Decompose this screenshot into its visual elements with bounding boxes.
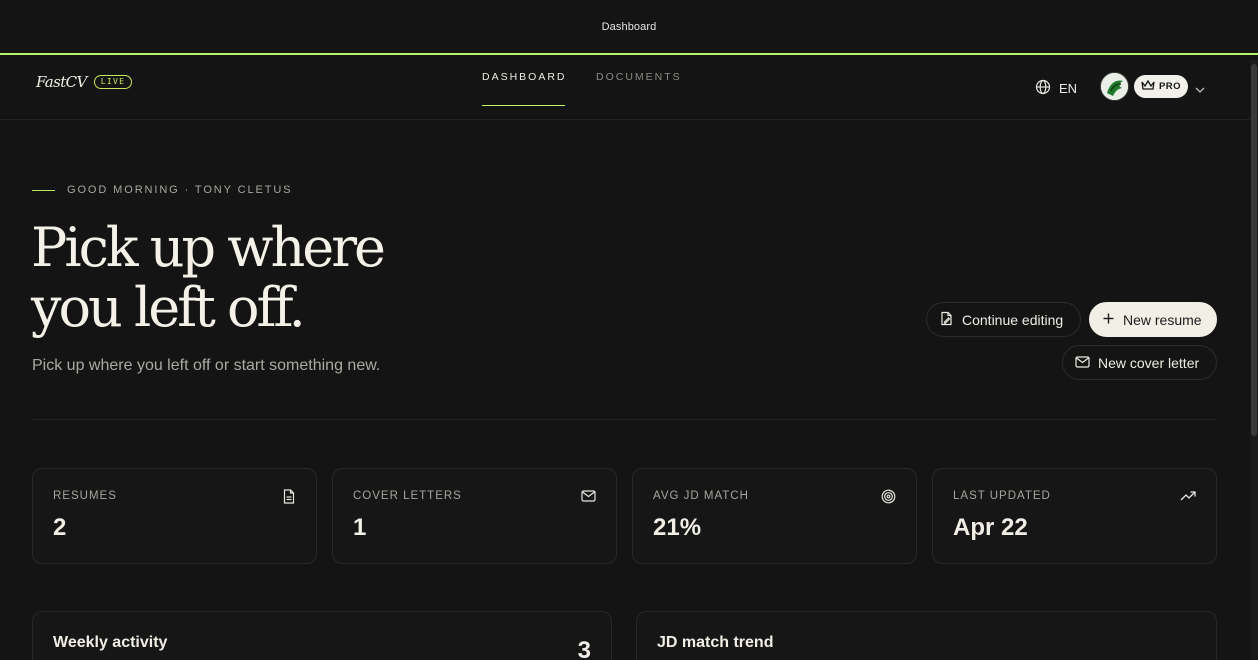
stat-card-cover-letters[interactable]: COVER LETTERS 1 xyxy=(332,468,617,564)
continue-editing-label: Continue editing xyxy=(962,311,1064,328)
stat-label: RESUMES xyxy=(53,490,117,502)
new-resume-label: New resume xyxy=(1123,311,1202,328)
section-divider xyxy=(32,419,1217,420)
page-scrollbar[interactable] xyxy=(1250,60,1258,660)
stat-label: COVER LETTERS xyxy=(353,490,462,502)
weekly-activity-count: 3 xyxy=(577,637,591,660)
top-navigation: FastCV LIVE DASHBOARD DOCUMENTS EN PRO xyxy=(0,55,1250,120)
weekly-activity-panel: Weekly activity 3 xyxy=(32,611,612,660)
globe-icon xyxy=(1035,79,1051,98)
plus-icon xyxy=(1102,312,1115,328)
stat-value: 21% xyxy=(653,514,702,541)
live-badge: LIVE xyxy=(93,75,133,89)
new-resume-button[interactable]: New resume xyxy=(1089,302,1217,337)
avatar[interactable] xyxy=(1100,72,1129,101)
jd-match-trend-title: JD match trend xyxy=(657,634,774,651)
stat-value: 2 xyxy=(53,514,67,541)
document-icon xyxy=(282,489,296,509)
new-cover-letter-label: New cover letter xyxy=(1098,354,1200,371)
stat-card-last-updated[interactable]: LAST UPDATED Apr 22 xyxy=(932,468,1217,564)
greeting: GOOD MORNING · TONY CLETUS xyxy=(32,184,292,196)
stat-value: 1 xyxy=(353,514,367,541)
tab-dashboard[interactable]: DASHBOARD xyxy=(482,71,565,106)
edit-document-icon xyxy=(939,311,954,329)
trending-up-icon xyxy=(1180,489,1196,507)
page-title: Pick up where you left off. xyxy=(31,218,451,338)
weekly-activity-title: Weekly activity xyxy=(53,634,168,651)
window-title-bar: Dashboard xyxy=(0,0,1258,55)
greeting-text: GOOD MORNING · TONY CLETUS xyxy=(67,184,293,196)
logo-wordmark: FastCV xyxy=(36,73,87,91)
stat-label: AVG JD MATCH xyxy=(653,490,749,502)
stat-card-avg-jd-match[interactable]: AVG JD MATCH 21% xyxy=(632,468,917,564)
pro-label: PRO xyxy=(1158,81,1182,92)
jd-match-trend-panel: JD match trend xyxy=(636,611,1217,660)
mail-icon xyxy=(581,489,596,507)
pro-plan-badge[interactable]: PRO xyxy=(1134,75,1188,98)
page-subtitle: Pick up where you left off or start some… xyxy=(32,357,381,374)
stat-label: LAST UPDATED xyxy=(953,490,1051,502)
chevron-down-icon[interactable] xyxy=(1194,82,1206,100)
page-title-line-2: you left off. xyxy=(31,276,306,339)
crown-icon xyxy=(1141,79,1155,94)
greeting-accent-line xyxy=(32,189,55,191)
target-icon xyxy=(881,489,896,509)
continue-editing-button[interactable]: Continue editing xyxy=(926,302,1081,337)
mail-icon xyxy=(1075,355,1090,371)
new-cover-letter-button[interactable]: New cover letter xyxy=(1062,345,1217,380)
stat-card-resumes[interactable]: RESUMES 2 xyxy=(32,468,317,564)
window-title: Dashboard xyxy=(601,20,657,33)
language-label: EN xyxy=(1059,81,1078,96)
tab-documents[interactable]: DOCUMENTS xyxy=(596,71,682,106)
language-selector[interactable]: EN xyxy=(1035,79,1077,98)
stat-value: Apr 22 xyxy=(953,514,1028,541)
page-title-line-1: Pick up where xyxy=(31,216,386,279)
scrollbar-thumb[interactable] xyxy=(1251,64,1257,436)
brand-logo[interactable]: FastCV LIVE xyxy=(36,73,133,91)
